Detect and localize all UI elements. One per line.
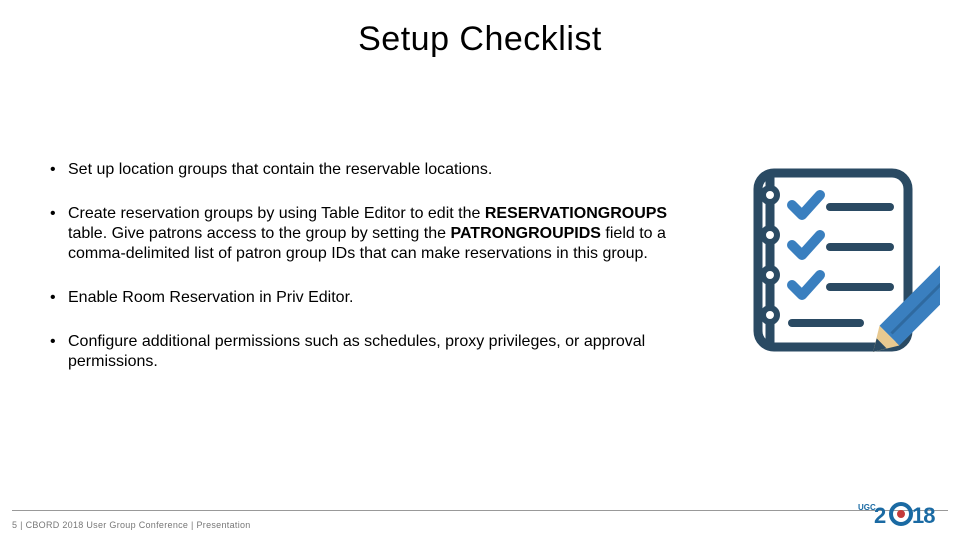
- bullet-text: Enable Room Reservation in Priv Editor.: [68, 289, 353, 306]
- bullet-item: Set up location groups that contain the …: [50, 160, 690, 180]
- bold-term: PATRONGROUPIDS: [450, 225, 601, 242]
- bullet-item: Create reservation groups by using Table…: [50, 204, 690, 264]
- bullet-text: Create reservation groups by using Table…: [68, 205, 485, 222]
- conference-logo: UGC 2 18: [856, 500, 944, 526]
- bullet-item: Enable Room Reservation in Priv Editor.: [50, 288, 690, 308]
- checklist-icon: [730, 155, 940, 365]
- svg-text:2: 2: [874, 503, 886, 526]
- slide-title: Setup Checklist: [0, 20, 960, 59]
- footer-caption: CBORD 2018 User Group Conference | Prese…: [26, 520, 251, 530]
- footer-divider: [12, 510, 948, 511]
- svg-text:18: 18: [912, 503, 935, 526]
- bullet-list: Set up location groups that contain the …: [50, 160, 690, 372]
- footer-text: 5 | CBORD 2018 User Group Conference | P…: [12, 520, 251, 530]
- bullet-item: Configure additional permissions such as…: [50, 332, 690, 372]
- slide: Setup Checklist Set up location groups t…: [0, 0, 960, 540]
- footer-sep: |: [17, 520, 25, 530]
- bullet-text: Set up location groups that contain the …: [68, 161, 492, 178]
- content-area: Set up location groups that contain the …: [50, 160, 690, 396]
- bullet-text: table. Give patrons access to the group …: [68, 225, 450, 242]
- bullet-text: Configure additional permissions such as…: [68, 333, 645, 370]
- bold-term: RESERVATIONGROUPS: [485, 205, 667, 222]
